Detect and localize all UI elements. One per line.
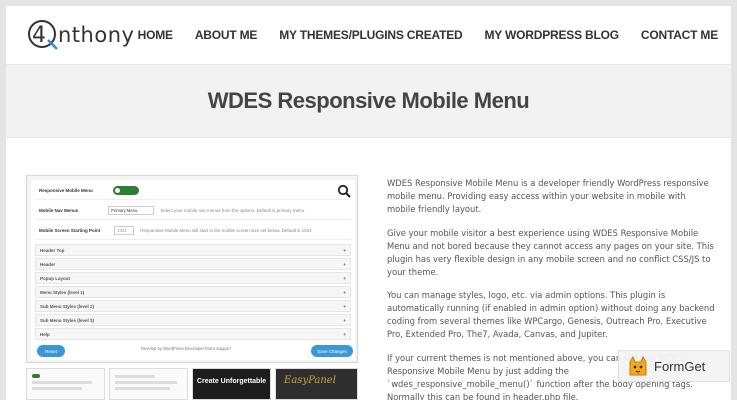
screenshot-thumbnails: Create Unforgettable EasyPanel [26,368,359,400]
title-band: WDES Responsive Mobile Menu [6,64,731,138]
section-menu-styles: Menu Styles (level 1) + [35,286,351,298]
formget-badge[interactable]: FormGet [618,350,730,382]
reset-button: Reset [37,345,65,357]
description-paragraph: Give your mobile visitor a best experien… [387,227,714,277]
section-sub-menu-3: Sub Menu Styles (level 3) + [35,314,351,326]
logo-circle-icon: 4 [28,20,58,50]
description-paragraph: WDES Responsive Mobile Menu is a develop… [387,178,709,214]
section-header-top: Header Top + [35,244,351,256]
thumbnail-1[interactable] [26,368,106,400]
screen-width-input: 1024 [114,226,135,235]
nav-item-themes-plugins[interactable]: MY THEMES/PLUGINS CREATED [279,28,462,42]
nav-item-contact-me[interactable]: CONTACT ME [641,28,718,42]
thumbnail-3[interactable]: Create Unforgettable [192,368,272,400]
logo-text: nthony [58,23,135,47]
formget-cat-icon [629,355,647,376]
main-nav: HOME ABOUT ME MY THEMES/PLUGINS CREATED … [138,28,719,42]
menu-select: Primary Menu [108,206,155,215]
setting-label: Mobile Screen Starting Point [39,228,101,233]
site-logo[interactable]: 4 nthony [26,18,134,52]
settings-panel: Responsive Mobile Menu Mobile Nav Menus … [31,180,355,360]
setting-label: Mobile Nav Menus [39,208,79,213]
svg-text:4: 4 [32,23,46,48]
setting-row-nav-menus: Mobile Nav Menus Primary Menu Select you… [35,202,351,220]
badge-text: FormGet [654,358,706,374]
search-icon [337,184,351,203]
site-header: 4 nthony HOME ABOUT ME MY THEMES/PLUGINS… [6,6,731,64]
setting-help: Responsive Mobile Menu will start in the… [140,228,312,233]
setting-row-enable: Responsive Mobile Menu [35,182,351,200]
setting-help: Select your mobile nav menus from the op… [160,208,306,213]
enable-toggle [112,186,139,195]
setting-label: Responsive Mobile Menu [39,188,93,193]
plugin-screenshot[interactable]: Responsive Mobile Menu Mobile Nav Menus … [26,175,358,363]
nav-item-home[interactable]: HOME [138,28,173,42]
section-sub-menu-2: Sub Menu Styles (level 2) + [35,300,351,312]
thumbnail-2[interactable] [109,368,189,400]
nav-item-wordpress-blog[interactable]: MY WORDPRESS BLOG [485,28,620,42]
section-help: Help + [35,328,351,340]
page-title: WDES Responsive Mobile Menu [207,88,530,113]
section-popup-layout: Popup Layout + [35,272,351,284]
footer-note: Develop by WordPress Developer Extra Sup… [141,346,231,351]
setting-row-screen-start: Mobile Screen Starting Point 1024 Respon… [35,222,351,240]
section-header: Header + [35,258,351,270]
save-changes-button: Save Changes [311,345,353,357]
thumbnail-4[interactable]: EasyPanel [275,368,359,400]
description-paragraph: You can manage styles, logo, etc. via ad… [387,290,715,339]
nav-item-about-me[interactable]: ABOUT ME [195,28,258,42]
